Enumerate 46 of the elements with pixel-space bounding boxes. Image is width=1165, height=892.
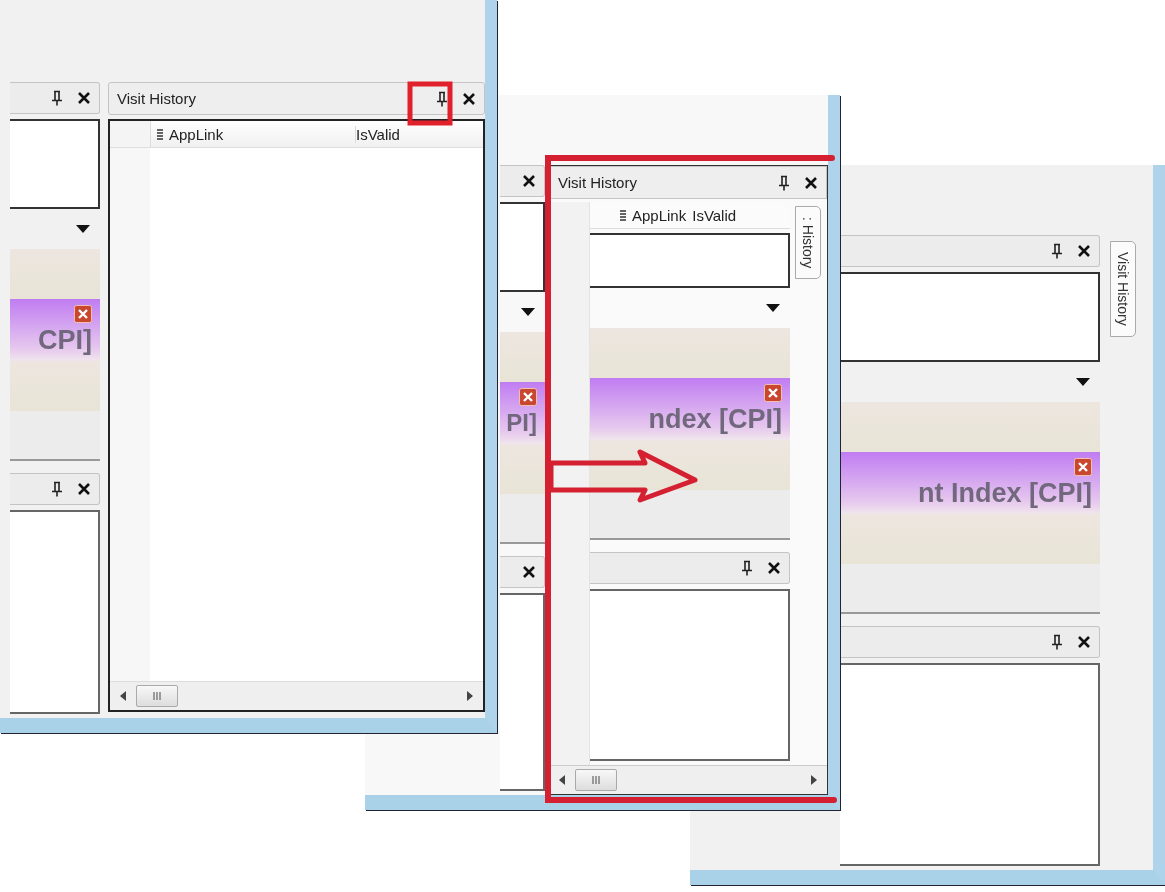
pin-icon[interactable]	[741, 560, 753, 576]
scrollbar-thumb[interactable]	[575, 769, 617, 791]
scrollbar-thumb[interactable]	[136, 685, 178, 707]
grip-icon	[591, 776, 601, 784]
banner-title: nt Index [CPI]	[918, 477, 1092, 510]
panel-title: Visit History	[117, 90, 197, 107]
banner-title: PI]	[506, 408, 537, 438]
close-icon[interactable]	[804, 175, 818, 190]
close-icon[interactable]	[77, 482, 91, 496]
close-icon[interactable]	[1077, 244, 1091, 258]
grip-icon	[152, 692, 162, 700]
dropdown-icon[interactable]	[1076, 378, 1090, 386]
banner-title: ndex [CPI]	[648, 403, 782, 436]
dropdown-icon[interactable]	[76, 225, 90, 233]
dropdown-icon[interactable]	[766, 304, 780, 312]
pin-icon[interactable]	[778, 174, 790, 191]
close-icon[interactable]	[522, 174, 536, 188]
scroll-left-icon[interactable]	[120, 691, 126, 701]
close-icon[interactable]	[767, 561, 781, 575]
scroll-left-icon[interactable]	[559, 775, 565, 785]
column-header[interactable]: AppLink	[169, 125, 356, 143]
dropdown-icon[interactable]	[521, 308, 535, 316]
pin-icon[interactable]	[51, 90, 63, 106]
column-header[interactable]: AppLink	[632, 206, 693, 224]
pin-icon[interactable]	[436, 90, 448, 107]
close-icon[interactable]	[1077, 635, 1091, 649]
close-icon[interactable]	[77, 91, 91, 105]
highlight-box	[407, 81, 453, 126]
pin-icon[interactable]	[51, 481, 63, 497]
ribbon-band	[500, 444, 545, 494]
column-header[interactable]: IsValid	[356, 125, 406, 143]
ribbon-band	[500, 332, 545, 382]
grip-icon	[157, 128, 163, 140]
pin-icon[interactable]	[1051, 243, 1063, 259]
banner-title: CPI]	[38, 324, 92, 357]
grip-icon	[620, 209, 626, 221]
side-tab[interactable]: : History	[795, 206, 821, 280]
panel-title: Visit History	[558, 174, 638, 191]
pane-footer	[500, 494, 545, 544]
close-icon[interactable]	[522, 565, 536, 579]
column-header[interactable]: IsValid	[692, 206, 743, 224]
side-tab[interactable]: Visit History	[1109, 241, 1136, 337]
scroll-right-icon[interactable]	[467, 691, 473, 701]
close-icon[interactable]	[462, 91, 476, 106]
pin-icon[interactable]	[1051, 634, 1063, 650]
scroll-right-icon[interactable]	[811, 775, 817, 785]
